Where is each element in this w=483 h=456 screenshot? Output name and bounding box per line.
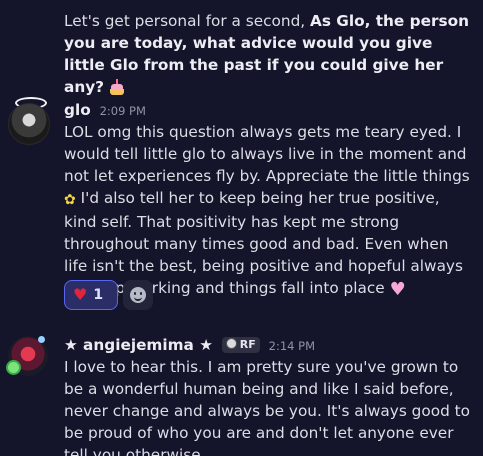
role-icon	[225, 338, 237, 349]
username-glo[interactable]: glo	[64, 101, 91, 119]
previous-message-plain: Let's get personal for a second,	[64, 12, 311, 30]
message-header-glo: glo 2:09 PM	[64, 99, 146, 122]
birthday-cake-icon	[109, 79, 125, 95]
role-tag-label: RF	[239, 338, 256, 351]
heart-icon: ♥	[73, 285, 88, 304]
avatar-glo[interactable]	[8, 103, 50, 145]
flower-icon: ✿	[64, 192, 76, 208]
message-body-angiejemima: I love to hear this. I am pretty sure yo…	[64, 358, 471, 456]
add-reaction-icon	[130, 287, 146, 303]
role-tag[interactable]: RF	[221, 337, 260, 353]
reaction-count: 1	[93, 287, 104, 303]
username-angiejemima[interactable]: ★ angiejemima ★	[64, 336, 213, 354]
message-header-angiejemima: ★ angiejemima ★ RF 2:14 PM	[64, 334, 315, 357]
heart-reaction-button[interactable]: ♥ 1	[64, 280, 118, 310]
timestamp[interactable]: 2:09 PM	[100, 104, 146, 118]
add-reaction-button[interactable]	[123, 280, 153, 310]
previous-message-text: Let's get personal for a second, As Glo,…	[64, 10, 476, 98]
avatar-sparkle-icon	[38, 336, 45, 343]
pink-heart-icon: ♥	[389, 279, 406, 300]
message-body-part1: LOL omg this question always gets me tea…	[64, 123, 470, 185]
message-body-glo: LOL omg this question always gets me tea…	[64, 121, 476, 301]
timestamp[interactable]: 2:14 PM	[269, 339, 315, 353]
avatar-decoration-icon	[8, 362, 19, 373]
